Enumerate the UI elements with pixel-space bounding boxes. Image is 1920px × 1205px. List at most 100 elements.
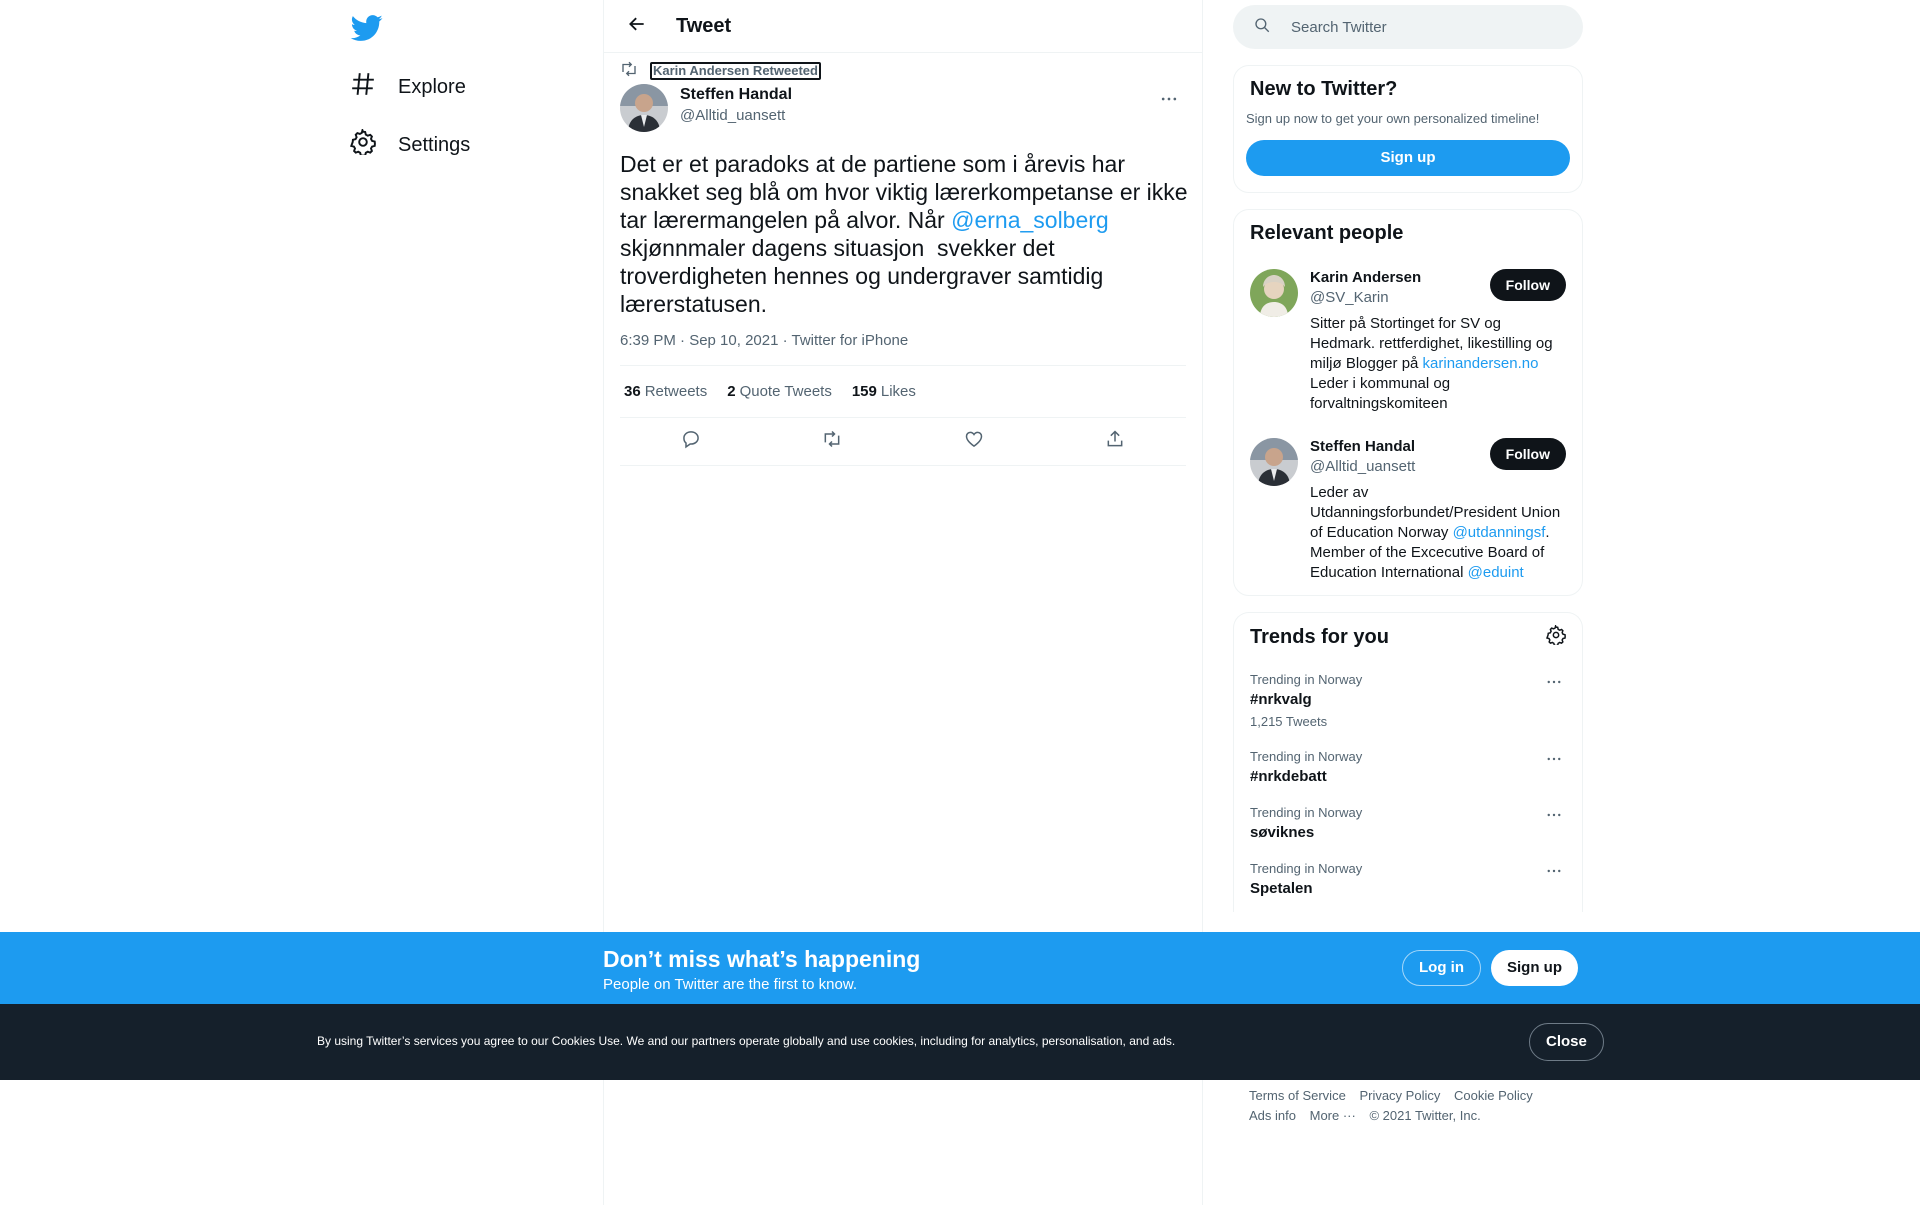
banner-subtitle: People on Twitter are the first to know. (603, 976, 858, 993)
author-handle[interactable]: @Alltid_uansett (680, 107, 792, 124)
bio-link[interactable]: @utdanningsf (1453, 524, 1546, 541)
tweet-more-button[interactable] (1152, 84, 1186, 118)
page-title: Tweet (676, 14, 732, 37)
trends-card: Trends for you Trending in Norway #nrkva… (1233, 612, 1583, 912)
reply-button[interactable] (671, 422, 711, 462)
trends-title: Trends for you (1250, 626, 1389, 648)
trend-item[interactable]: Trending in Norway #nrkvalg 1,215 Tweets (1234, 662, 1582, 739)
tweet-detail: Karin Andersen Retweeted Steffen Handal … (604, 60, 1202, 466)
cookie-text: By using Twitter’s services you agree to… (317, 1034, 1176, 1048)
new-to-twitter-title: New to Twitter? (1250, 78, 1398, 100)
avatar[interactable] (620, 84, 668, 132)
trend-name: #nrkdebatt (1250, 768, 1327, 785)
back-button[interactable] (620, 9, 654, 43)
trend-context: Trending in Norway (1250, 672, 1363, 687)
trend-context: Trending in Norway (1250, 749, 1363, 764)
trend-more-button[interactable] (1540, 803, 1568, 831)
retweet-icon (822, 429, 842, 454)
nav-settings-label: Settings (398, 133, 471, 156)
trend-name: Spetalen (1250, 880, 1313, 897)
twitter-logo-icon[interactable] (350, 12, 384, 44)
mention-link[interactable]: @erna_solberg (951, 207, 1109, 233)
trend-item[interactable]: Trending in Norway #nrkdebatt (1234, 739, 1582, 795)
footer-copyright: © 2021 Twitter, Inc. (1369, 1108, 1481, 1123)
back-arrow-icon (627, 14, 647, 39)
likes-stat[interactable]: 159 Likes (852, 383, 916, 400)
trend-name: søviknes (1250, 824, 1315, 841)
person-item[interactable]: Karin Andersen @SV_Karin Sitter på Stort… (1234, 257, 1582, 426)
trend-more-button[interactable] (1540, 670, 1568, 698)
page-header: Tweet (604, 0, 1202, 53)
more-icon (1545, 862, 1563, 885)
banner-title: Don’t miss what’s happening (603, 946, 921, 972)
search-input[interactable] (1291, 18, 1551, 36)
cookie-banner: By using Twitter’s services you agree to… (0, 1004, 1920, 1080)
likes-label: Likes (880, 383, 916, 400)
retweets-count: 36 (624, 383, 641, 400)
footer-more-link[interactable]: More ··· (1310, 1108, 1356, 1123)
trend-more-button[interactable] (1540, 747, 1568, 775)
person-bio: Sitter på Stortinget for SV og Hedmark. … (1310, 314, 1566, 414)
search-box[interactable] (1233, 5, 1583, 49)
login-button[interactable]: Log in (1402, 950, 1481, 986)
tweet-author: Steffen Handal @Alltid_uansett (620, 84, 1186, 132)
follow-button[interactable]: Follow (1489, 438, 1566, 470)
trend-item[interactable]: Trending in Norway søviknes (1234, 795, 1582, 851)
gear-icon (350, 127, 376, 161)
retweet-icon (620, 60, 638, 83)
quote-tweets-stat[interactable]: 2 Quote Tweets (727, 383, 832, 400)
share-button[interactable] (1095, 422, 1135, 462)
retweet-button[interactable] (812, 422, 852, 462)
retweets-label: Retweets (644, 383, 708, 400)
nav-explore-label: Explore (398, 75, 466, 98)
new-to-twitter-card: New to Twitter? Sign up now to get your … (1233, 65, 1583, 193)
like-icon (964, 429, 984, 454)
trend-context: Trending in Norway (1250, 861, 1363, 876)
likes-count: 159 (851, 383, 877, 400)
footer-cookie-link[interactable]: Cookie Policy (1454, 1088, 1533, 1103)
avatar[interactable] (1250, 269, 1298, 317)
signup-banner: Don’t miss what’s happening People on Tw… (0, 932, 1920, 1004)
more-icon (1545, 750, 1563, 773)
trend-count: 1,215 Tweets (1250, 714, 1328, 729)
footer-links: Terms of Service Privacy Policy Cookie P… (1249, 1086, 1569, 1126)
search-icon (1233, 16, 1271, 39)
cookie-close-button[interactable]: Close (1529, 1023, 1604, 1061)
bio-link[interactable]: @eduint (1468, 564, 1524, 581)
footer-ads-link[interactable]: Ads info (1249, 1108, 1296, 1123)
tweet-text: Det er et paradoks at de partiene som i … (620, 150, 1196, 318)
author-name[interactable]: Steffen Handal (680, 86, 792, 104)
avatar[interactable] (1250, 438, 1298, 486)
tweet-timestamp[interactable]: 6:39 PM · Sep 10, 2021 (620, 332, 778, 349)
new-to-twitter-subtitle: Sign up now to get your own personalized… (1246, 111, 1540, 126)
retweeted-by-link[interactable]: Karin Andersen Retweeted (650, 62, 821, 80)
tweet-source[interactable]: Twitter for iPhone (792, 332, 909, 349)
trend-context: Trending in Norway (1250, 805, 1363, 820)
relevant-people-title: Relevant people (1250, 222, 1404, 244)
tweet-stats: 36 Retweets 2 Quote Tweets 159 Likes (620, 366, 1186, 418)
signup-button[interactable]: Sign up (1491, 950, 1578, 986)
gear-icon[interactable] (1546, 623, 1566, 650)
trend-more-button[interactable] (1540, 859, 1568, 887)
nav-explore[interactable]: Explore (350, 62, 466, 112)
nav-settings[interactable]: Settings (350, 120, 470, 170)
person-item[interactable]: Steffen Handal @Alltid_uansett Leder av … (1234, 426, 1582, 595)
hashtag-icon (350, 71, 376, 103)
trend-item[interactable]: Trending in Norway Spetalen (1234, 851, 1582, 907)
relevant-people-card: Relevant people Karin Andersen @SV_Karin… (1233, 209, 1583, 596)
retweets-stat[interactable]: 36 Retweets (624, 383, 707, 400)
more-icon (1545, 806, 1563, 829)
quote-tweets-label: Quote Tweets (739, 383, 832, 400)
tweet-meta: 6:39 PM · Sep 10, 2021 · Twitter for iPh… (620, 332, 1186, 366)
footer-privacy-link[interactable]: Privacy Policy (1359, 1088, 1440, 1103)
share-icon (1105, 429, 1125, 454)
sidebar-signup-button[interactable]: Sign up (1246, 140, 1570, 176)
footer-terms-link[interactable]: Terms of Service (1249, 1088, 1346, 1103)
meta-separator: · (778, 332, 792, 349)
follow-button[interactable]: Follow (1489, 269, 1566, 301)
retweet-context: Karin Andersen Retweeted (620, 60, 1186, 83)
bio-text: Leder i kommunal og forvaltningskomiteen (1310, 375, 1451, 412)
bio-link[interactable]: karinandersen.no (1423, 355, 1539, 372)
like-button[interactable] (954, 422, 994, 462)
trend-name: #nrkvalg (1250, 691, 1312, 708)
